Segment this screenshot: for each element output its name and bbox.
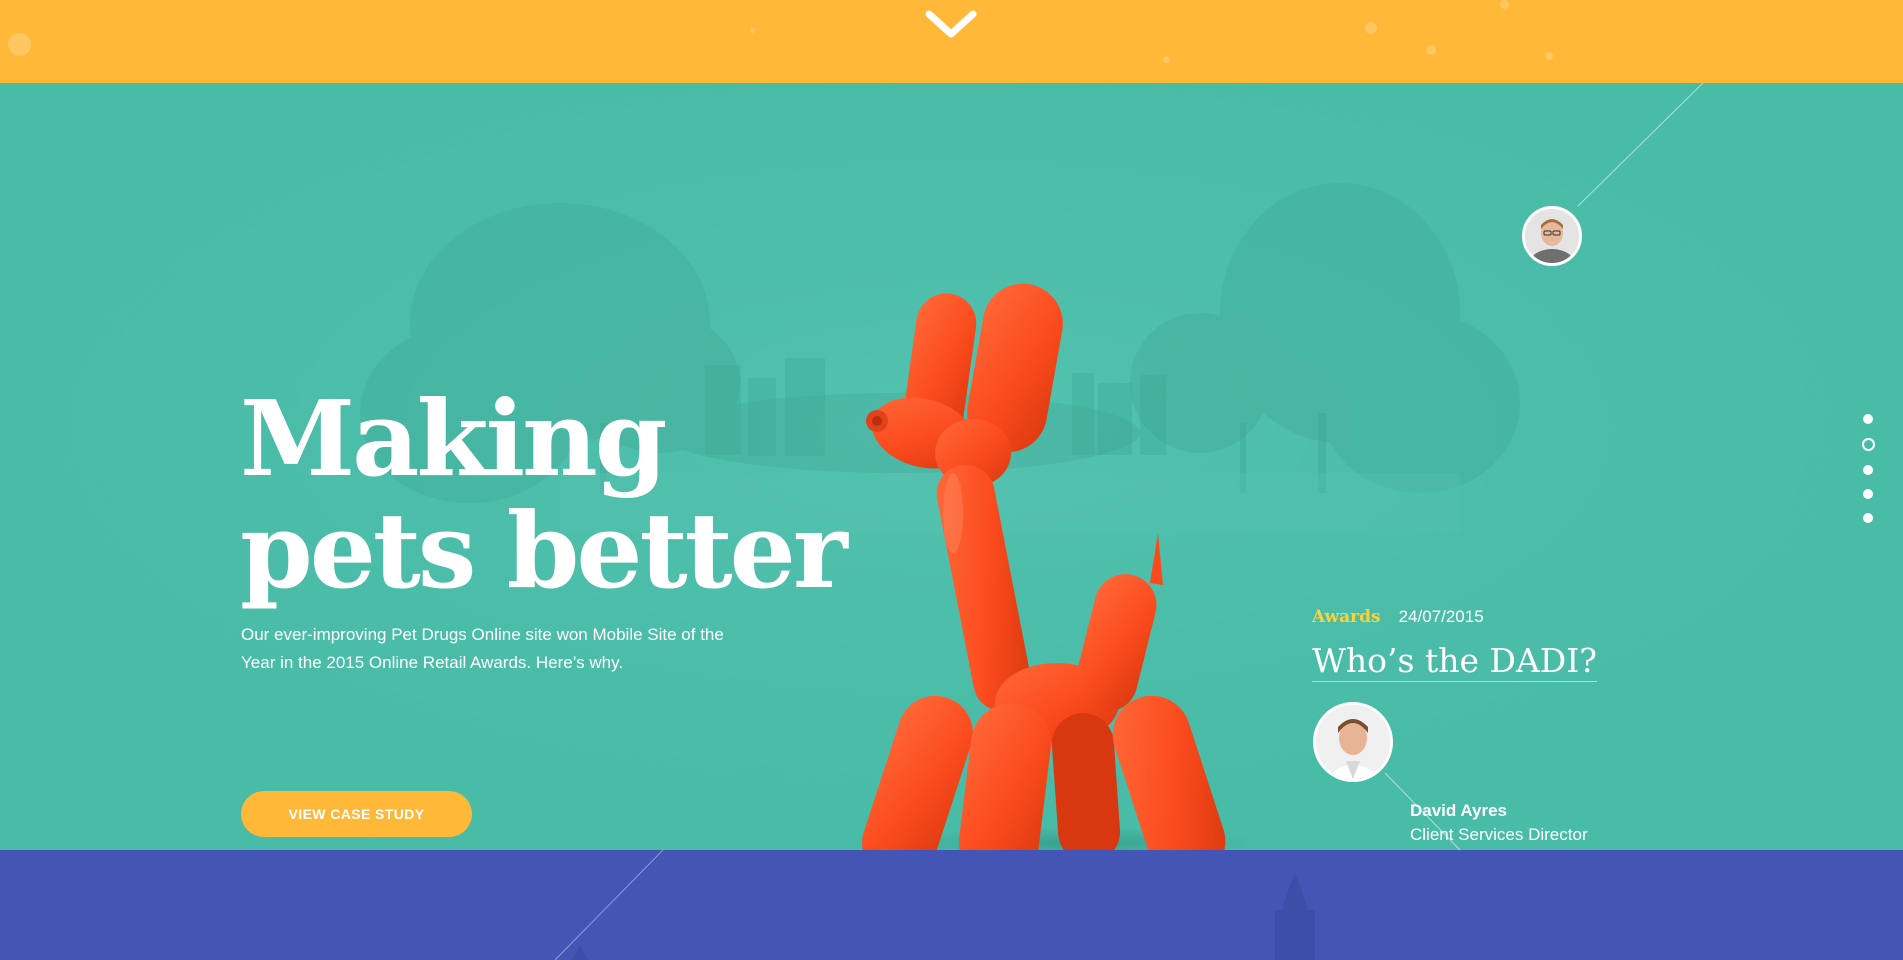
hero-description: Our ever-improving Pet Drugs Online site… — [241, 625, 724, 672]
decorative-dot — [8, 33, 31, 56]
pager-dot-4[interactable] — [1863, 489, 1873, 499]
top-section-band — [0, 0, 1903, 83]
next-section-background-image — [554, 850, 1315, 960]
person-photo-icon — [1525, 209, 1579, 263]
person-photo-icon — [1316, 705, 1390, 779]
decorative-dot — [1500, 0, 1509, 9]
news-category-label[interactable]: Awards — [1312, 607, 1381, 627]
pager-dot-3[interactable] — [1863, 465, 1873, 475]
balloon-dog-image — [862, 283, 1265, 850]
decorative-dot — [1365, 22, 1377, 34]
page: Making pets better Our ever-improving Pe… — [0, 0, 1903, 960]
hero-title-line-2: pets better — [240, 489, 848, 612]
hero-section: Making pets better Our ever-improving Pe… — [0, 83, 1903, 850]
author-avatar-small[interactable] — [1522, 206, 1582, 266]
hero-title: Making pets better — [240, 377, 848, 612]
pager-dot-2-active[interactable] — [1861, 438, 1875, 451]
pager-dot-1[interactable] — [1863, 414, 1873, 424]
decorative-dot — [1163, 56, 1170, 63]
pager-dot-5[interactable] — [1863, 513, 1873, 523]
news-meta: Awards 24/07/2015 — [1312, 607, 1484, 627]
decorative-dot — [1545, 52, 1553, 60]
scroll-down-button[interactable] — [922, 0, 980, 44]
chevron-down-icon — [925, 10, 977, 38]
decorative-dot — [750, 28, 755, 33]
news-date: 24/07/2015 — [1398, 607, 1484, 626]
news-title-link[interactable]: Who’s the DADI? — [1312, 641, 1597, 682]
view-case-study-button[interactable]: VIEW CASE STUDY — [241, 791, 472, 837]
section-pager — [1858, 414, 1878, 537]
next-section-band — [0, 850, 1903, 960]
author-name: David Ayres — [1410, 801, 1508, 820]
author-avatar[interactable] — [1313, 702, 1393, 782]
author-role: Client Services Director — [1410, 825, 1588, 844]
decorative-dot — [1426, 45, 1436, 55]
hero-title-line-1: Making — [240, 377, 667, 500]
